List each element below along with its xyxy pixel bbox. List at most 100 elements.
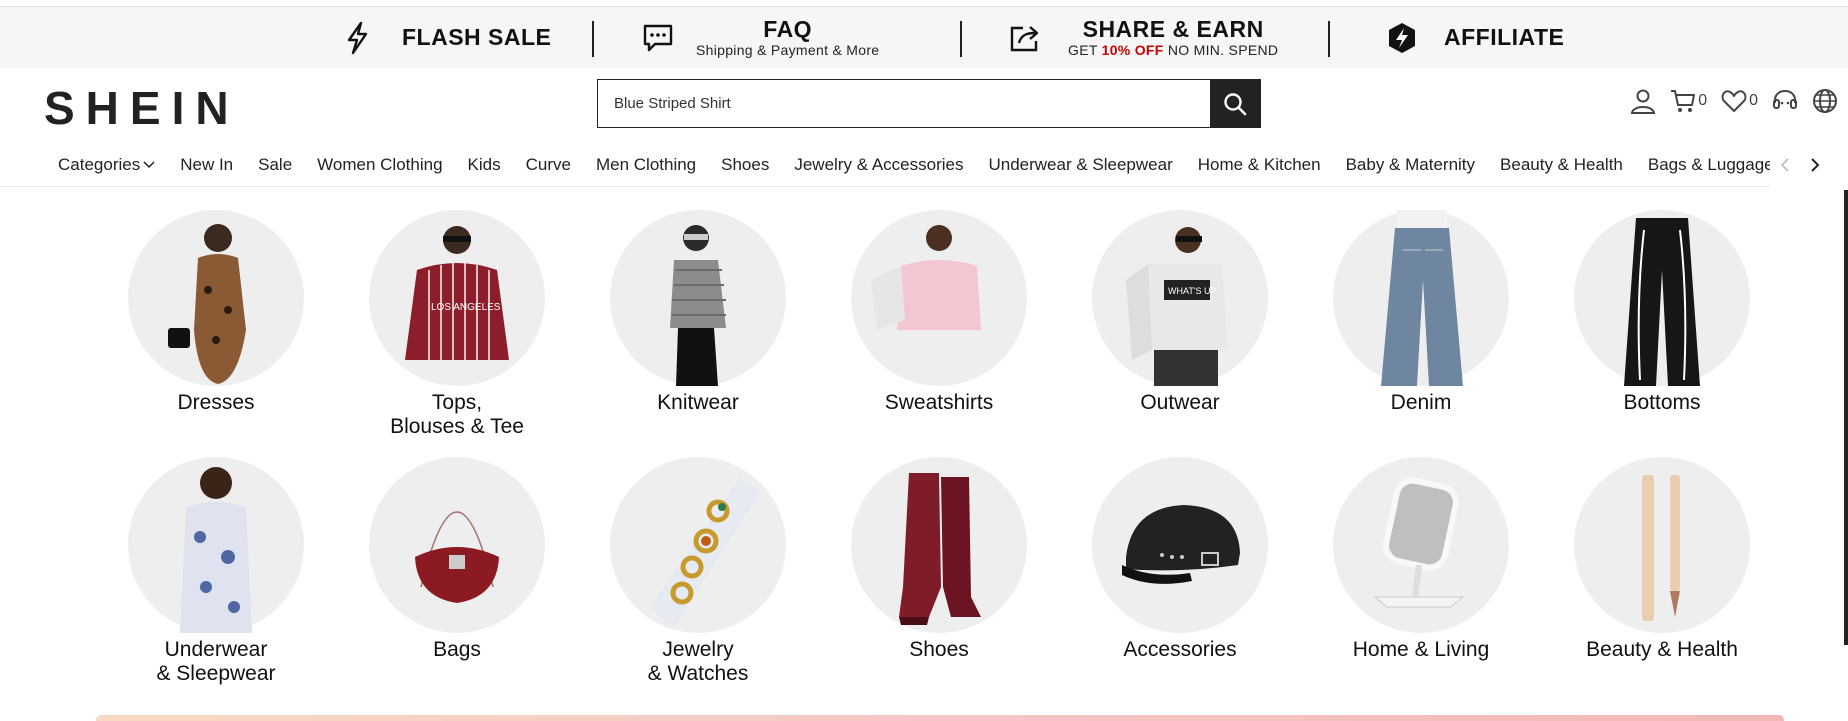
nav-men-clothing[interactable]: Men Clothing (596, 155, 696, 175)
category-label: Bags (433, 638, 481, 661)
category-label: Denim (1390, 391, 1452, 414)
site-header: SHEIN 0 0 (0, 68, 1848, 143)
category-image (1574, 457, 1750, 633)
category-label: Knitwear (657, 391, 739, 414)
category-image (128, 457, 304, 633)
promo-divider (592, 21, 594, 57)
cart-button[interactable]: 0 (1670, 88, 1707, 114)
top-border (0, 0, 1848, 7)
cart-icon (1671, 90, 1696, 112)
flash-sale-label: FLASH SALE (402, 24, 552, 50)
category-image (1333, 457, 1509, 633)
category-label: Jewelry & Watches (647, 638, 749, 685)
wishlist-count: 0 (1749, 92, 1758, 109)
nav-items: Categories New In Sale Women Clothing Ki… (58, 143, 1799, 187)
flash-sale-link[interactable]: FLASH SALE (340, 7, 551, 68)
share-earn-link[interactable]: SHARE & EARN GET 10% OFF NO MIN. SPEND (1008, 7, 1278, 68)
category-sweatshirts[interactable]: Sweatshirts (819, 210, 1059, 415)
category-dresses[interactable]: Dresses (96, 210, 336, 415)
category-image (610, 457, 786, 633)
category-bags[interactable]: Bags (337, 457, 577, 662)
nav-underwear-sleepwear[interactable]: Underwear & Sleepwear (988, 155, 1172, 175)
knit-top-icon (670, 225, 726, 386)
svg-text:WHAT'S UP: WHAT'S UP (1168, 286, 1217, 296)
cart-count: 0 (1698, 92, 1708, 109)
promo-banner[interactable] (96, 715, 1784, 721)
cap-icon (1122, 505, 1240, 584)
category-image: LOS ANGELES (369, 210, 545, 386)
nav-jewelry-accessories[interactable]: Jewelry & Accessories (794, 155, 963, 175)
wishlist-button[interactable]: 0 (1721, 89, 1758, 113)
jacket-icon: WHAT'S UP (1126, 227, 1228, 386)
header-icons: 0 0 (1616, 88, 1838, 114)
category-image (851, 457, 1027, 633)
faq-link[interactable]: FAQ Shipping & Payment & More (640, 7, 879, 68)
category-image (1574, 210, 1750, 386)
cosmetic-pencil-icon (1642, 475, 1680, 621)
category-image (610, 210, 786, 386)
nav-kids[interactable]: Kids (468, 155, 501, 175)
nav-categories[interactable]: Categories (58, 155, 155, 175)
category-shoes[interactable]: Shoes (819, 457, 1059, 662)
handbag-icon (415, 511, 499, 603)
nav-home-kitchen[interactable]: Home & Kitchen (1198, 155, 1321, 175)
nav-scroll-controls (1770, 143, 1848, 187)
nav-sale[interactable]: Sale (258, 155, 292, 175)
page-scrollbar[interactable] (1844, 190, 1848, 645)
share-earn-sub-pre: GET (1068, 42, 1102, 58)
category-label: Beauty & Health (1586, 638, 1738, 661)
svg-text:LOS ANGELES: LOS ANGELES (431, 302, 501, 313)
nav-bags-luggage[interactable]: Bags & Luggage (1648, 155, 1774, 175)
language-button[interactable] (1812, 88, 1838, 114)
search-input[interactable] (598, 80, 1210, 127)
category-beauty-health[interactable]: Beauty & Health (1542, 457, 1782, 662)
nav-beauty-health[interactable]: Beauty & Health (1500, 155, 1623, 175)
nav-scroll-right[interactable] (1800, 158, 1830, 172)
user-icon (1631, 89, 1656, 114)
search-button[interactable] (1210, 80, 1260, 127)
category-bottoms[interactable]: Bottoms (1542, 210, 1782, 415)
chevron-down-icon (143, 161, 155, 169)
share-earn-label: SHARE & EARN (1082, 16, 1264, 42)
chevron-right-icon (1811, 158, 1820, 172)
category-tops[interactable]: LOS ANGELES Tops, Blouses & Tee (337, 210, 577, 439)
category-knitwear[interactable]: Knitwear (578, 210, 818, 415)
category-underwear-sleepwear[interactable]: Underwear & Sleepwear (96, 457, 336, 686)
sweatshirt-icon (871, 225, 981, 360)
category-nav: Categories New In Sale Women Clothing Ki… (0, 143, 1848, 187)
category-image (1092, 457, 1268, 633)
nav-scroll-left[interactable] (1770, 158, 1800, 172)
track-pants-icon (1624, 218, 1700, 386)
nav-women-clothing[interactable]: Women Clothing (317, 155, 442, 175)
category-image (128, 210, 304, 386)
share-icon (1008, 20, 1044, 56)
category-label: Tops, Blouses & Tee (390, 391, 524, 438)
share-earn-discount: 10% OFF (1101, 42, 1164, 58)
category-label: Bottoms (1623, 391, 1701, 414)
category-accessories[interactable]: Accessories (1060, 457, 1300, 662)
nav-baby-maternity[interactable]: Baby & Maternity (1346, 155, 1475, 175)
category-label: Underwear & Sleepwear (156, 638, 276, 685)
support-button[interactable] (1772, 89, 1798, 113)
pajama-icon (180, 467, 252, 633)
category-label: Shoes (909, 638, 969, 661)
category-label: Outwear (1140, 391, 1220, 414)
category-denim[interactable]: Denim (1301, 210, 1541, 415)
category-label: Sweatshirts (884, 391, 994, 414)
affiliate-bolt-icon (1384, 20, 1420, 56)
shein-logo[interactable]: SHEIN (44, 81, 240, 135)
nav-curve[interactable]: Curve (526, 155, 571, 175)
promo-bar: FLASH SALE FAQ Shipping & Payment & More… (0, 7, 1848, 68)
search-icon (1224, 92, 1247, 115)
headset-icon (1773, 89, 1797, 109)
account-button[interactable] (1630, 88, 1656, 114)
affiliate-link[interactable]: AFFILIATE (1384, 7, 1564, 68)
nav-shoes[interactable]: Shoes (721, 155, 769, 175)
globe-icon (1813, 89, 1837, 113)
category-outwear[interactable]: WHAT'S UP Outwear (1060, 210, 1300, 415)
nav-new-in[interactable]: New In (180, 155, 233, 175)
lightning-icon (340, 20, 376, 56)
heart-icon (1721, 90, 1747, 112)
category-jewelry-watches[interactable]: Jewelry & Watches (578, 457, 818, 686)
category-home-living[interactable]: Home & Living (1301, 457, 1541, 662)
